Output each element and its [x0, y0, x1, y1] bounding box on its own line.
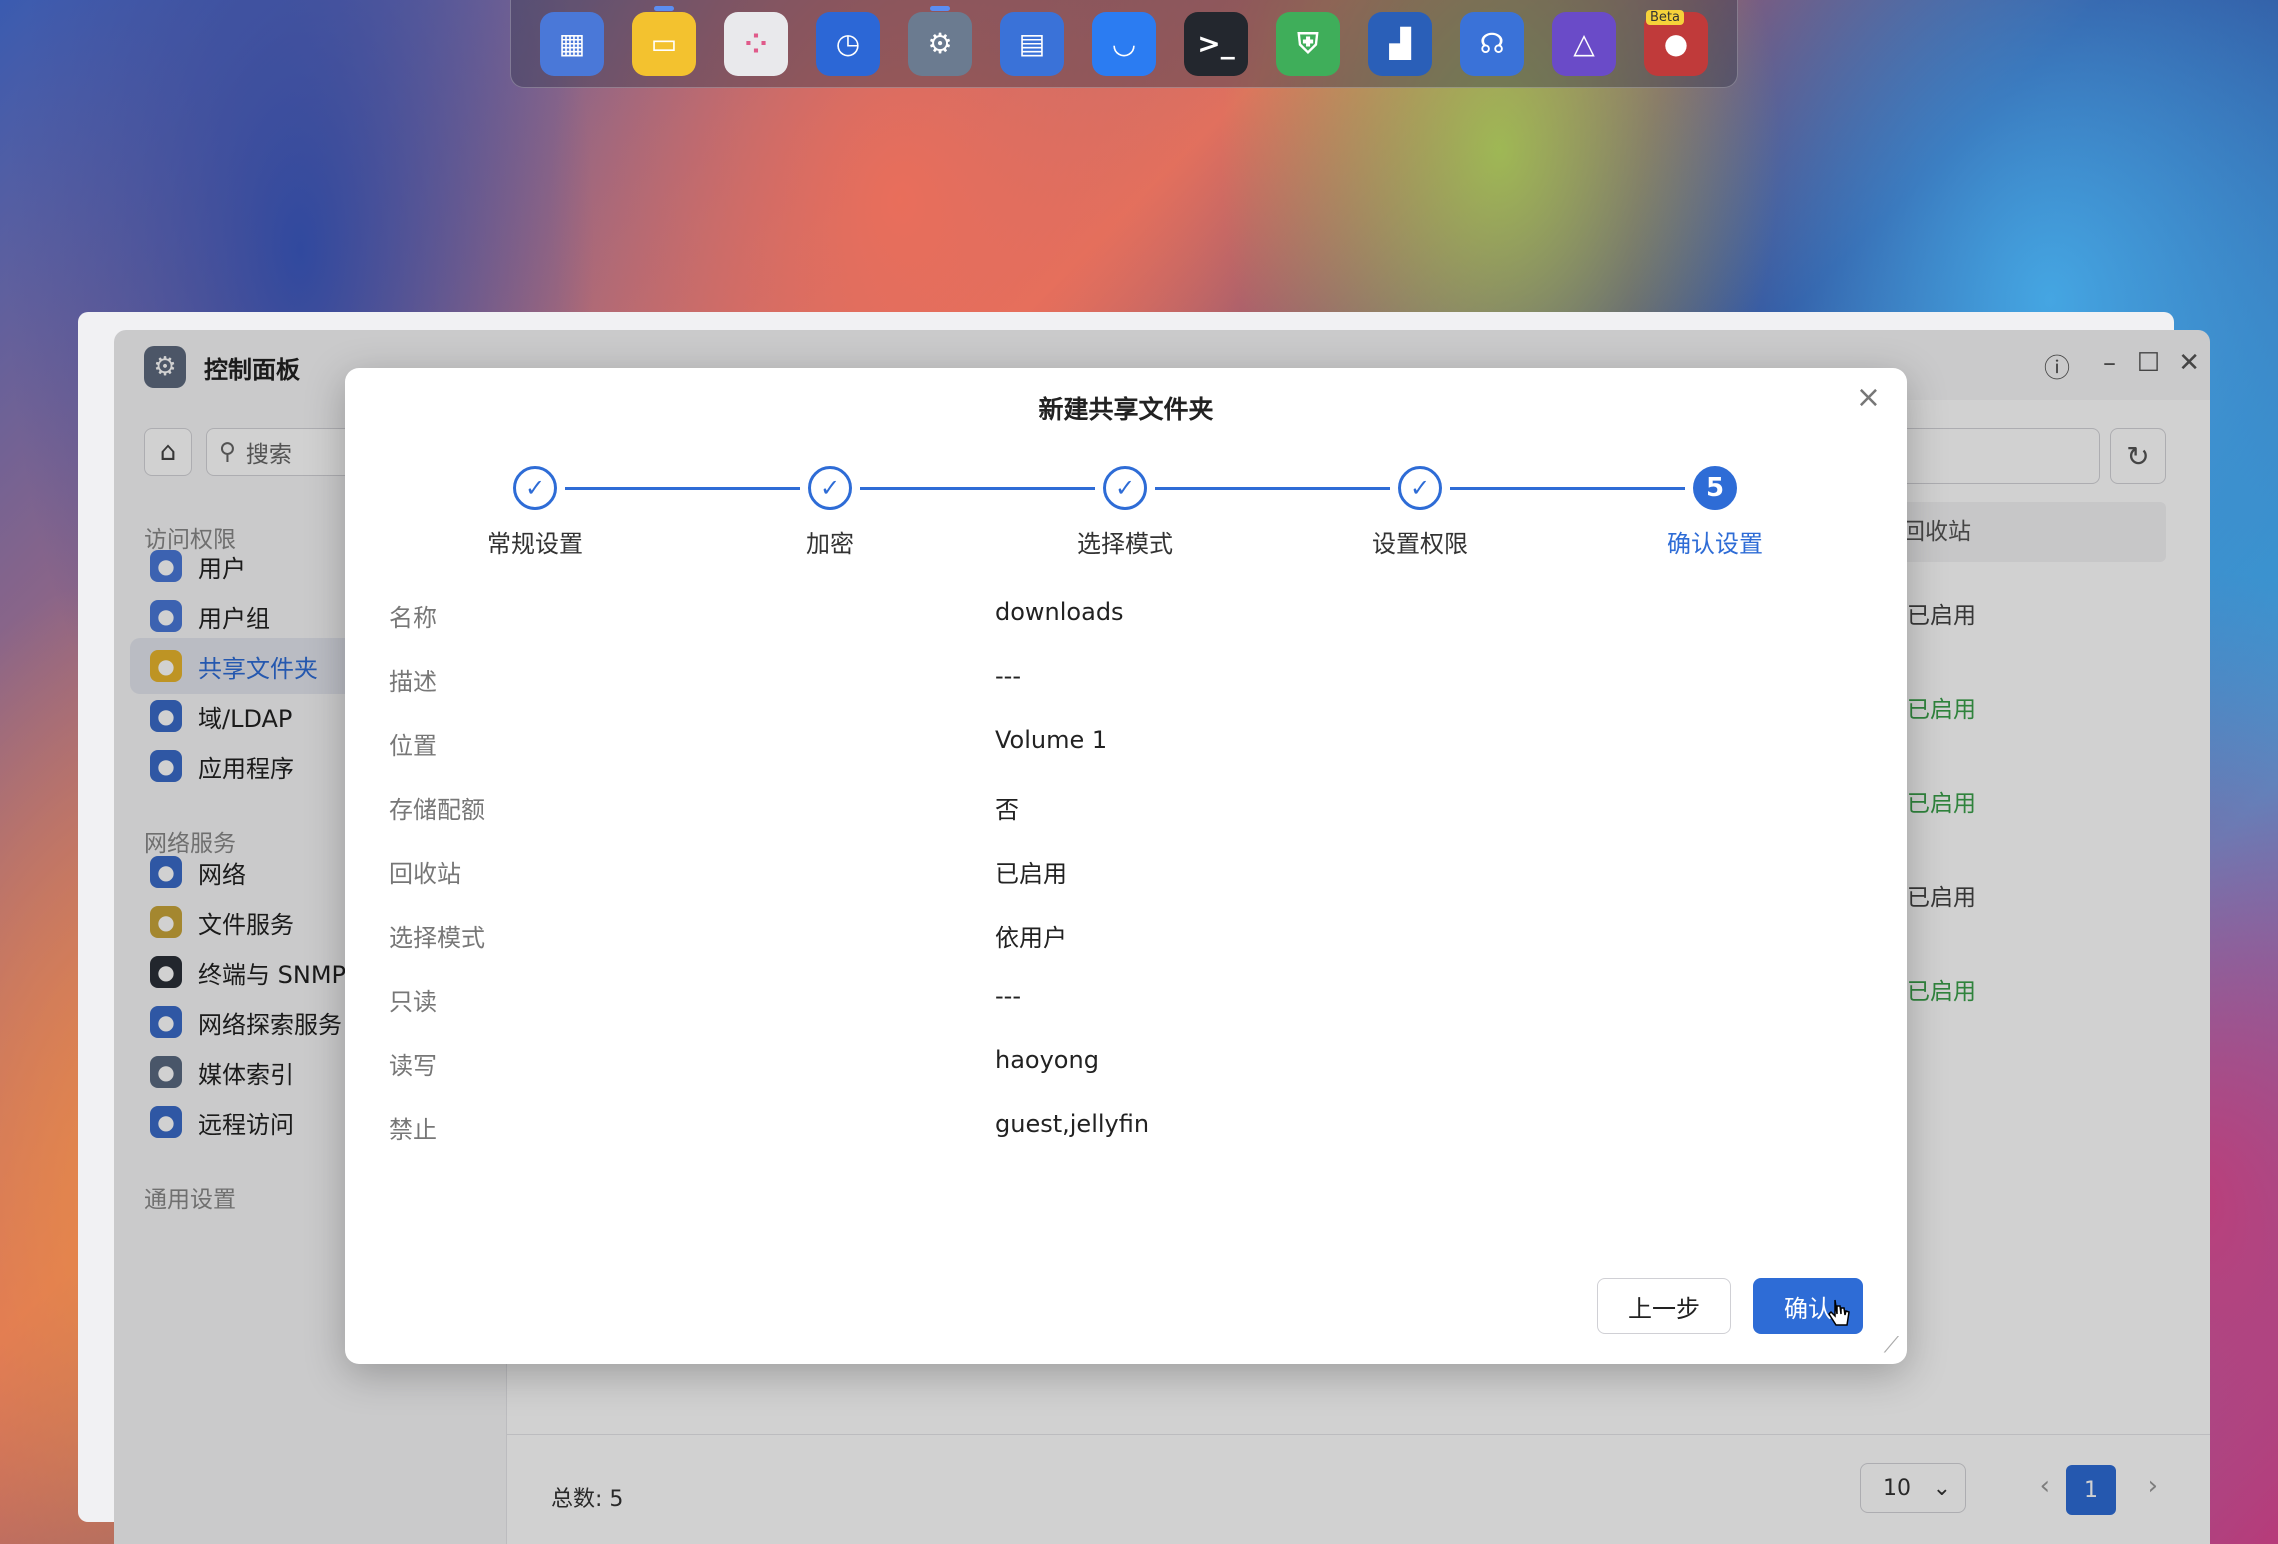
settings-summary: 名称 downloads 描述 --- 位置 Volume 1 存储配额 否回收站 已启用选择模…: [389, 584, 1789, 1160]
summary-key: 禁止: [389, 1116, 437, 1144]
dock-backup-icon[interactable]: ◷: [816, 11, 880, 76]
dock-glyph: ▦: [558, 27, 586, 60]
dock-jellyfin-icon[interactable]: △: [1552, 11, 1616, 76]
summary-key: 读写: [389, 1052, 437, 1080]
summary-key: 只读: [389, 988, 437, 1016]
resize-handle-icon[interactable]: ⟋: [1884, 1333, 1899, 1358]
dock-file-manager-icon[interactable]: ▭: [632, 5, 696, 76]
step-label: 选择模式: [1077, 530, 1173, 558]
dock-beta-app-icon[interactable]: ● Beta: [1644, 9, 1708, 76]
step-label: 确认设置: [1667, 530, 1763, 558]
wizard-step: 5 确认设置: [1625, 466, 1805, 559]
dock-glyph: ⁘: [744, 27, 768, 60]
summary-key: 回收站: [389, 860, 461, 888]
dock-glyph: ☊: [1479, 27, 1505, 60]
summary-value: ---: [995, 982, 1021, 1010]
summary-row: 描述 ---: [389, 648, 1789, 712]
dock: ▦ ▭ ⁘ ◷ ⚙ ▤ ◡ >_ ⛨ ▟ ☊ △ ● Beta: [510, 0, 1738, 88]
summary-row: 回收站 已启用: [389, 840, 1789, 904]
dock-glyph: ◡: [1113, 27, 1135, 60]
summary-row: 存储配额 否: [389, 776, 1789, 840]
dialog-title: 新建共享文件夹: [1038, 395, 1214, 424]
pointer-cursor-icon: [1828, 1299, 1850, 1326]
summary-row: 只读 ---: [389, 968, 1789, 1032]
summary-value: 依用户: [995, 924, 1067, 952]
new-shared-folder-dialog: 新建共享文件夹 × ✓ 常规设置 ✓ 加密 ✓ 选择模式 ✓ 设置权限 5 确认设置 名称 down…: [345, 368, 1907, 1364]
beta-badge: Beta: [1646, 9, 1684, 25]
summary-key: 存储配额: [389, 796, 485, 824]
summary-row: 禁止 guest,jellyfin: [389, 1096, 1789, 1160]
wizard-step: ✓ 设置权限: [1330, 466, 1510, 559]
wizard-step: ✓ 加密: [740, 466, 920, 559]
summary-row: 读写 haoyong: [389, 1032, 1789, 1096]
step-label: 常规设置: [487, 530, 583, 558]
dock-storage-icon[interactable]: ▤: [1000, 11, 1064, 76]
dock-app-store-icon[interactable]: ◡: [1092, 11, 1156, 76]
summary-value: 已启用: [995, 860, 1067, 888]
summary-key: 描述: [389, 668, 437, 696]
running-indicator: [654, 5, 674, 11]
previous-step-button[interactable]: 上一步: [1597, 1278, 1731, 1334]
check-icon: ✓: [808, 466, 852, 510]
dock-terminal-icon[interactable]: >_: [1184, 11, 1248, 76]
summary-value: 否: [995, 796, 1019, 824]
summary-value: Volume 1: [995, 726, 1108, 754]
check-icon: ✓: [1398, 466, 1442, 510]
step-label: 加密: [806, 530, 854, 558]
summary-key: 名称: [389, 604, 437, 632]
summary-key: 位置: [389, 732, 437, 760]
wizard-stepper: ✓ 常规设置 ✓ 加密 ✓ 选择模式 ✓ 设置权限 5 确认设置: [445, 466, 1815, 559]
summary-value: downloads: [995, 598, 1124, 626]
running-indicator: [930, 5, 950, 11]
dock-glyph: ◷: [835, 27, 861, 60]
dock-glyph: △: [1573, 27, 1595, 60]
step-number: 5: [1693, 466, 1737, 510]
summary-key: 选择模式: [389, 924, 485, 952]
summary-row: 位置 Volume 1: [389, 712, 1789, 776]
wizard-step: ✓ 选择模式: [1035, 466, 1215, 559]
summary-row: 选择模式 依用户: [389, 904, 1789, 968]
summary-value: haoyong: [995, 1046, 1099, 1074]
dock-control-panel-icon[interactable]: ⚙: [908, 5, 972, 76]
dialog-close-icon[interactable]: ×: [1856, 380, 1881, 415]
dock-glyph: ▤: [1018, 27, 1046, 60]
summary-value: guest,jellyfin: [995, 1110, 1150, 1138]
dock-glyph: ▟: [1389, 27, 1411, 60]
wizard-step: ✓ 常规设置: [445, 466, 625, 559]
dock-glyph: ⚙: [927, 27, 953, 60]
dock-glyph: ⛨: [1297, 26, 1319, 60]
check-icon: ✓: [513, 466, 557, 510]
dock-glyph: ▭: [650, 27, 678, 60]
dock-glyph: ●: [1663, 27, 1689, 60]
summary-value: ---: [995, 662, 1021, 690]
step-label: 设置权限: [1372, 530, 1468, 558]
dock-support-icon[interactable]: ☊: [1460, 11, 1524, 76]
dock-security-icon[interactable]: ⛨: [1276, 11, 1340, 76]
check-icon: ✓: [1103, 466, 1147, 510]
dock-app-center-icon[interactable]: ⁘: [724, 11, 788, 76]
summary-row: 名称 downloads: [389, 584, 1789, 648]
dock-docker-icon[interactable]: ▟: [1368, 11, 1432, 76]
dock-desktop-app-icon[interactable]: ▦: [540, 11, 604, 76]
dock-glyph: >_: [1197, 27, 1235, 60]
